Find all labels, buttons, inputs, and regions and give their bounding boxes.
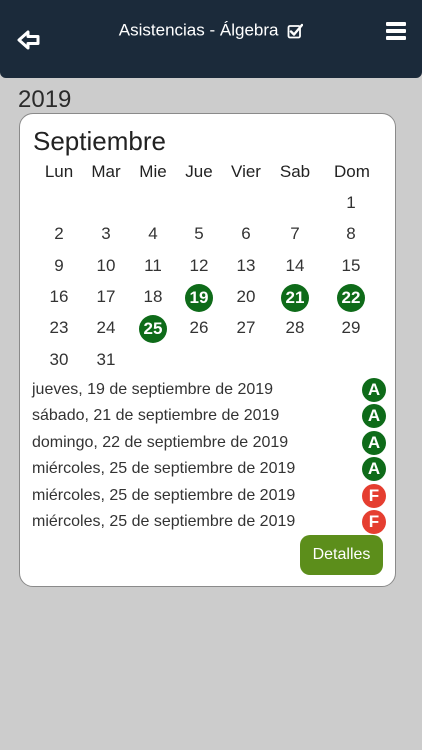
checkbox-icon [287,23,304,38]
attendance-date: jueves, 19 de septiembre de 2019 [32,381,274,398]
calendar-day[interactable]: 7 [278,221,312,247]
present-badge: A [362,457,386,482]
year-label: 2019 [18,86,72,113]
page-title: Asistencias - Álgebra [118,20,279,40]
weekday-label: Mie [139,162,167,181]
attendance-row: sábado, 21 de septiembre de 2019 A [32,403,387,429]
calendar-day[interactable]: 26 [182,315,216,341]
calendar-day[interactable]: 10 [89,253,123,279]
calendar-day-marked[interactable]: 25 [136,315,170,343]
calendar-day[interactable]: 12 [182,253,216,279]
attendance-date: miércoles, 25 de septiembre de 2019 [32,460,296,478]
month-title: Septiembre [33,126,166,156]
calendar-day[interactable]: 28 [278,315,312,341]
calendar-day-marked[interactable]: 21 [278,284,312,312]
attendance-row: domingo, 22 de septiembre de 2019 A [32,430,387,456]
calendar-day[interactable]: 2 [42,221,76,247]
weekday-label: Vier [231,162,261,181]
calendar-day[interactable]: 24 [89,315,123,341]
calendar-day[interactable]: 29 [334,315,368,341]
calendar-day[interactable]: 11 [136,253,170,279]
calendar-day[interactable]: 23 [42,315,76,341]
calendar-day[interactable]: 14 [278,253,312,279]
calendar-day[interactable]: 9 [42,253,76,279]
calendar-day[interactable]: 17 [89,284,123,310]
absent-badge: F [362,483,386,508]
weekday-label: Sab [279,162,311,181]
present-badge: A [362,430,386,455]
calendar-day[interactable]: 13 [229,253,263,279]
calendar-day[interactable]: 5 [182,221,216,247]
calendar-day[interactable]: 15 [334,253,368,279]
attendance-list: jueves, 19 de septiembre de 2019 Asábado,… [32,377,387,535]
present-badge: A [362,378,386,402]
calendar-day[interactable]: 27 [229,315,263,341]
weekday-label: Dom [334,162,370,181]
calendar-day[interactable]: 8 [334,221,368,247]
calendar-day[interactable]: 6 [229,221,263,247]
attendance-date: miércoles, 25 de septiembre de 2019 [32,512,296,530]
attendance-row: jueves, 19 de septiembre de 2019 A [32,377,387,403]
header-title-wrap: Asistencias - Álgebra [0,20,422,41]
calendar-day[interactable]: 3 [89,221,123,247]
attendance-row: miércoles, 25 de septiembre de 2019 F [32,509,387,535]
present-badge: A [362,404,386,429]
calendar-day[interactable]: 20 [229,284,263,310]
calendar-day-marked[interactable]: 22 [334,284,368,312]
absent-badge: F [362,509,386,534]
hamburger-menu-icon[interactable] [386,22,406,40]
calendar-day[interactable]: 16 [42,284,76,310]
calendar-day[interactable]: 18 [136,284,170,310]
calendar-day[interactable]: 1 [334,190,368,216]
calendar-day[interactable]: 4 [136,221,170,247]
weekday-label: Mar [91,162,121,181]
attendance-card: Septiembre Lun Mar Mie Jue Vier Sab Dom 1 2 3 4 5 6 7… [19,113,396,587]
calendar-day[interactable]: 30 [42,347,76,373]
attendance-row: miércoles, 25 de septiembre de 2019 A [32,456,387,482]
calendar-day[interactable]: 31 [89,347,123,373]
details-button[interactable]: Detalles [300,535,383,575]
attendance-row: miércoles, 25 de septiembre de 2019 F [32,483,387,509]
attendance-date: miércoles, 25 de septiembre de 2019 [32,486,296,504]
weekday-label: Jue [185,162,213,181]
attendance-date: sábado, 21 de septiembre de 2019 [32,407,280,425]
app-header: Asistencias - Álgebra [0,0,422,78]
calendar-day-marked[interactable]: 19 [182,284,216,312]
attendance-date: domingo, 22 de septiembre de 2019 [32,433,289,451]
weekday-label: Lun [44,162,74,181]
